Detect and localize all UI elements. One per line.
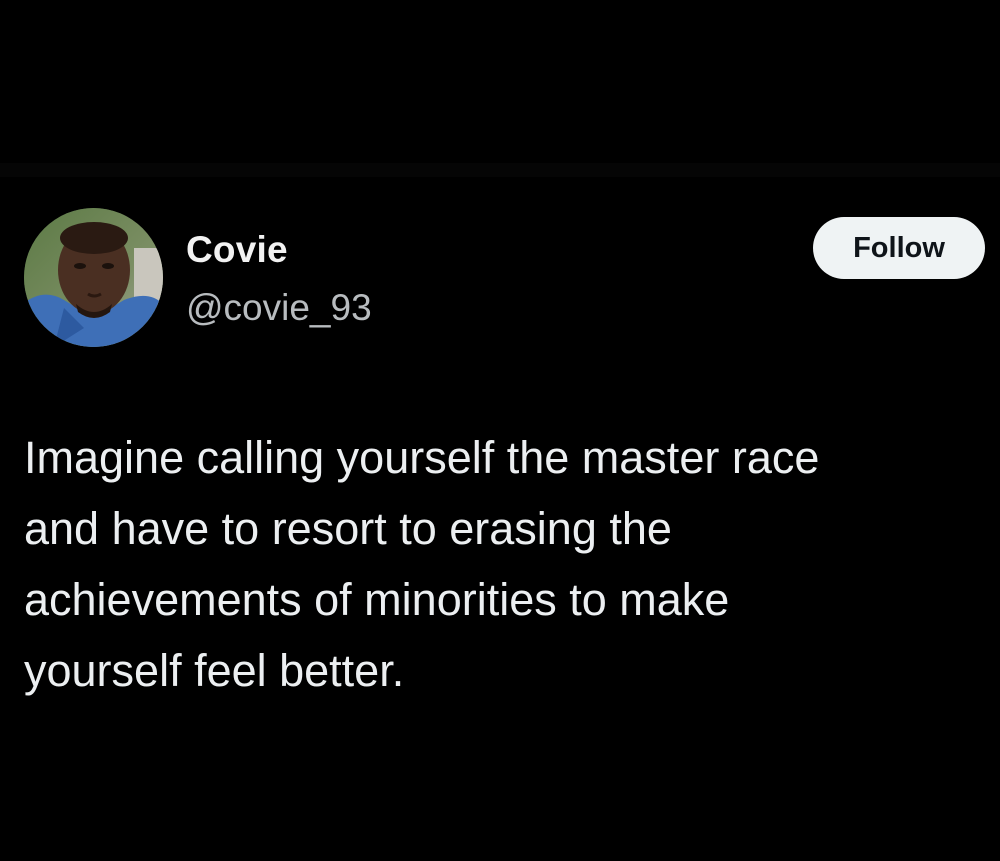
follow-button[interactable]: Follow [813, 217, 985, 279]
avatar-image [24, 208, 163, 347]
author-display-name[interactable]: Covie [186, 229, 288, 271]
tweet-card: Covie @covie_93 Follow Imagine calling y… [0, 177, 1000, 861]
tweet-text: Imagine calling yourself the master race… [24, 432, 820, 696]
avatar[interactable] [24, 208, 163, 347]
top-divider [0, 163, 1000, 177]
author-handle[interactable]: @covie_93 [186, 287, 372, 329]
